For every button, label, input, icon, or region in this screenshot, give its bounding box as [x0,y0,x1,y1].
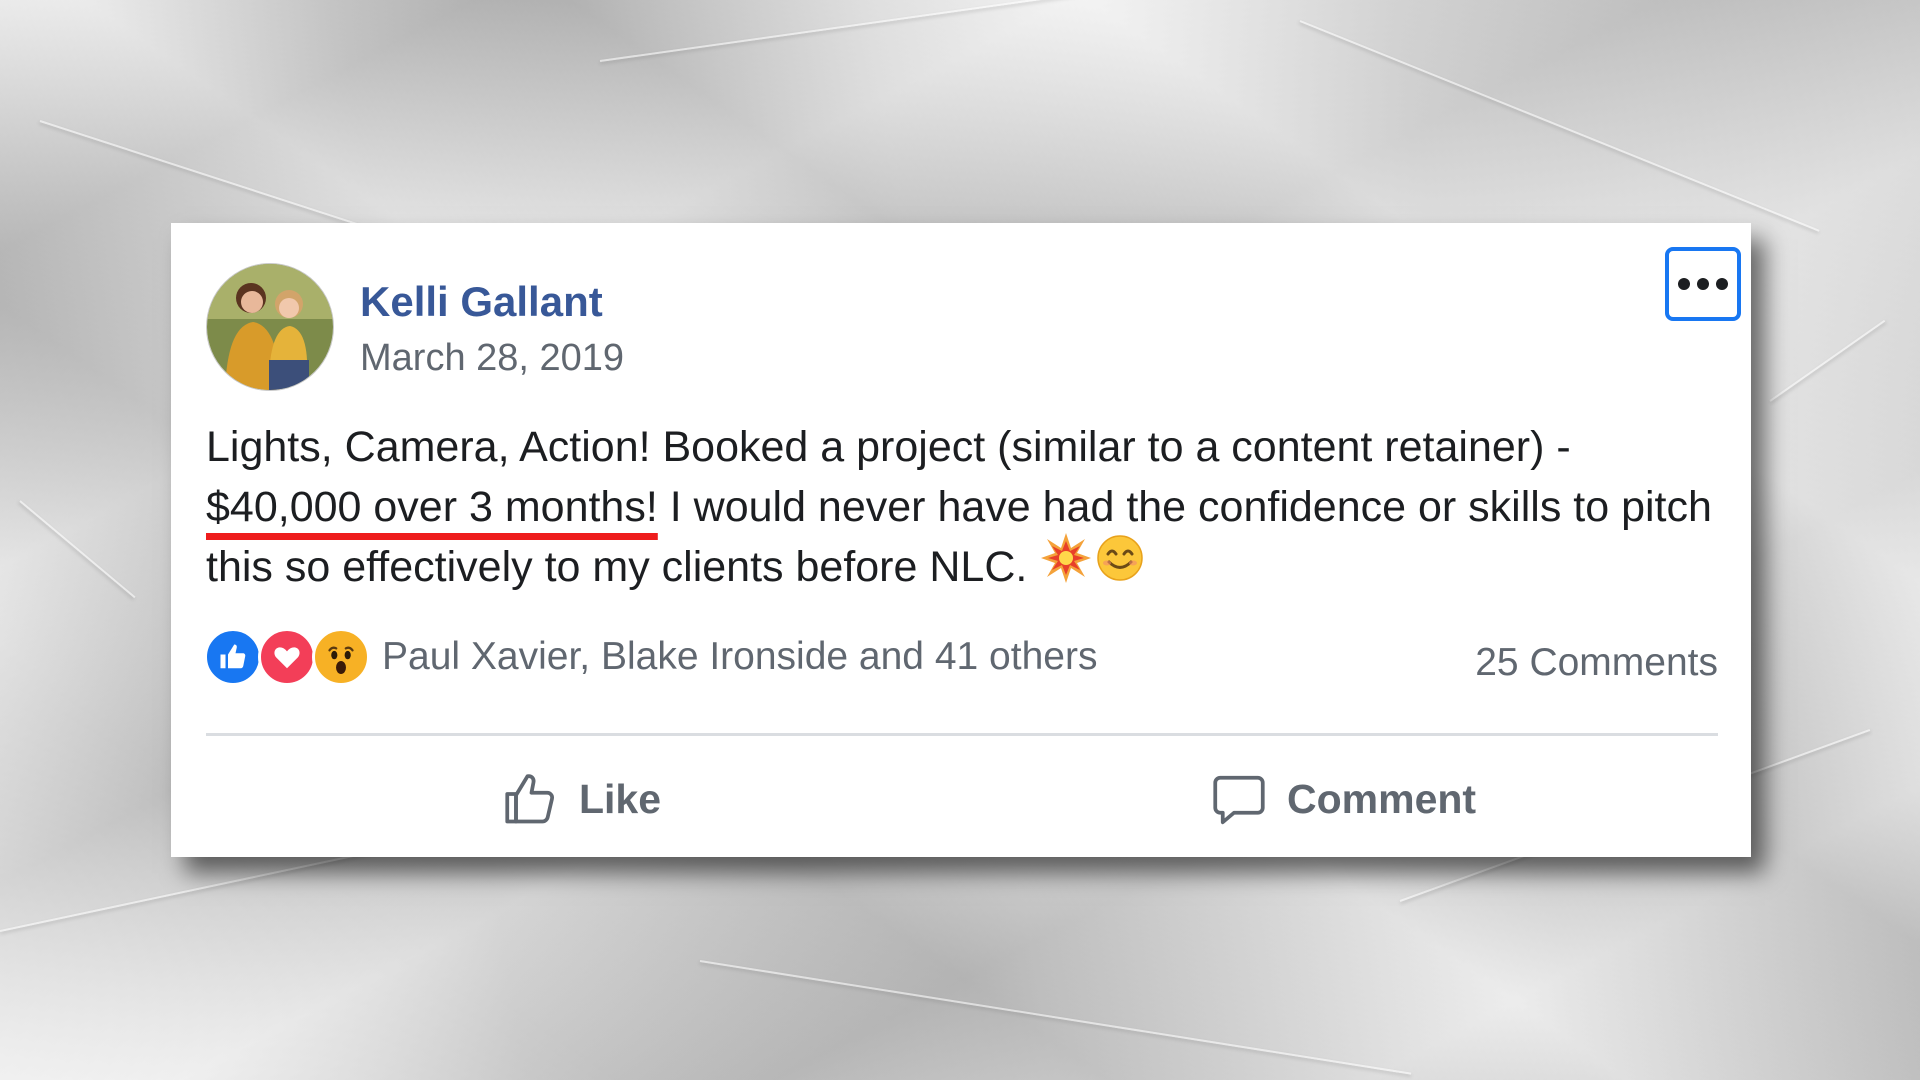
like-reaction-icon [204,628,262,686]
paper-crease [1769,319,1886,402]
actions-divider [206,733,1718,736]
comment-button-label: Comment [1287,775,1477,822]
facebook-post-card: Kelli Gallant March 28, 2019 Lights, Cam… [171,223,1751,857]
post-text-intro: Lights, Camera, Action! Booked a project… [206,423,1571,471]
post-text-highlight: $40,000 over 3 months! [206,483,658,531]
love-reaction-icon [258,628,316,686]
paper-crease [599,0,1294,62]
post-date[interactable]: March 28, 2019 [360,337,624,380]
more-dot-icon [1678,278,1690,290]
like-button-label: Like [579,775,662,822]
avatar[interactable] [206,263,334,391]
thumbs-up-icon [505,774,555,824]
explosion-emoji-icon [1039,531,1093,601]
reactions-summary[interactable]: Paul Xavier, Blake Ironside and 41 other… [204,628,1097,686]
like-button[interactable]: Like [501,763,661,835]
post-body: Lights, Camera, Action! Booked a project… [206,417,1716,601]
wow-reaction-icon [312,628,370,686]
post-author-name[interactable]: Kelli Gallant [360,278,603,326]
more-options-button[interactable] [1665,247,1741,321]
comment-bubble-icon [1213,775,1265,825]
avatar-photo [207,264,333,390]
comment-button[interactable]: Comment [1209,763,1476,835]
more-dot-icon [1697,278,1709,290]
paper-crease [699,960,1412,1075]
reactors-names[interactable]: Paul Xavier, Blake Ironside and 41 other… [382,635,1097,679]
more-dot-icon [1716,278,1728,290]
smiling-face-emoji-icon [1095,533,1145,599]
paper-crease [19,500,136,599]
comments-count-link[interactable]: 25 Comments [1475,641,1718,685]
paper-crease [1299,20,1820,232]
